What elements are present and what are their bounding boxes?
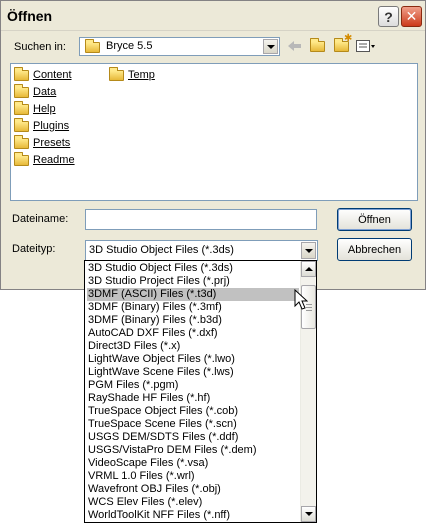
open-dialog: Öffnen ? ✕ Suchen in: Bryce 5.5 ✱ Conten… xyxy=(0,0,426,290)
chevron-down-icon[interactable] xyxy=(263,39,278,54)
file-name: Help xyxy=(33,103,56,115)
back-arrow-icon[interactable] xyxy=(288,39,302,53)
filetype-option[interactable]: 3D Studio Object Files (*.3ds) xyxy=(87,262,299,275)
folder-icon xyxy=(14,134,29,149)
filetype-option[interactable]: 3DMF (Binary) Files (*.b3d) xyxy=(87,314,299,327)
file-name: Temp xyxy=(128,69,155,81)
file-name: Presets xyxy=(33,137,71,149)
folder-icon xyxy=(14,100,29,115)
list-item[interactable]: Content xyxy=(14,66,72,83)
look-in-select[interactable]: Bryce 5.5 xyxy=(79,37,280,56)
scroll-down-button[interactable] xyxy=(301,506,316,522)
filename-field[interactable] xyxy=(85,209,317,230)
filetype-option[interactable]: VideoScape Files (*.vsa) xyxy=(87,457,299,470)
view-menu-icon[interactable] xyxy=(356,39,376,53)
new-folder-icon[interactable]: ✱ xyxy=(334,33,352,53)
file-name: Plugins xyxy=(33,120,70,132)
list-item[interactable]: Temp xyxy=(109,66,155,83)
folder-icon xyxy=(14,151,29,166)
folder-icon xyxy=(85,39,100,53)
filetype-option[interactable]: WorldToolKit NFF Files (*.nff) xyxy=(87,509,299,522)
filetype-option[interactable]: VRML 1.0 Files (*.wrl) xyxy=(87,470,299,483)
filetype-option[interactable]: WCS Elev Files (*.elev) xyxy=(87,496,299,509)
filetype-option[interactable]: AutoCAD DXF Files (*.dxf) xyxy=(87,327,299,340)
filetype-option[interactable]: Direct3D Files (*.x) xyxy=(87,340,299,353)
filetype-option[interactable]: PGM Files (*.pgm) xyxy=(87,379,299,392)
file-name: Content xyxy=(33,69,72,81)
folder-icon xyxy=(14,117,29,132)
filetype-option[interactable]: TrueSpace Scene Files (*.scn) xyxy=(87,418,299,431)
list-item[interactable]: Readme xyxy=(14,151,75,168)
filetype-option[interactable]: RayShade HF Files (*.hf) xyxy=(87,392,299,405)
filetype-option[interactable]: USGS DEM/SDTS Files (*.ddf) xyxy=(87,431,299,444)
filetype-value: 3D Studio Object Files (*.3ds) xyxy=(89,244,234,256)
file-name: Readme xyxy=(33,154,75,166)
file-name: Data xyxy=(33,86,57,98)
filetype-option-highlighted[interactable]: 3DMF (ASCII) Files (*.t3d) xyxy=(87,288,299,301)
filetype-dropdown-list[interactable]: 3D Studio Object Files (*.3ds) 3D Studio… xyxy=(84,260,317,523)
filetype-option[interactable]: LightWave Object Files (*.lwo) xyxy=(87,353,299,366)
scroll-up-button[interactable] xyxy=(301,261,316,277)
list-item[interactable]: Data xyxy=(14,83,57,100)
look-in-value: Bryce 5.5 xyxy=(106,40,153,52)
filetype-option[interactable]: Wavefront OBJ Files (*.obj) xyxy=(87,483,299,496)
chevron-down-icon[interactable] xyxy=(301,242,316,259)
help-icon[interactable]: ? xyxy=(378,6,399,27)
filetype-option[interactable]: LightWave Scene Files (*.lws) xyxy=(87,366,299,379)
list-item[interactable]: Presets xyxy=(14,134,71,151)
folder-icon xyxy=(109,66,124,81)
look-in-label: Suchen in: xyxy=(14,41,66,53)
mouse-pointer-icon xyxy=(294,289,308,310)
filetype-label: Dateityp: xyxy=(12,243,56,255)
title-bar: Öffnen ? ✕ xyxy=(1,1,425,31)
filetype-option[interactable]: USGS/VistaPro DEM Files (*.dem) xyxy=(87,444,299,457)
filetype-option[interactable]: 3D Studio Project Files (*.prj) xyxy=(87,275,299,288)
list-item[interactable]: Help xyxy=(14,100,56,117)
file-list[interactable]: Content Data Help Plugins Presets Readme… xyxy=(10,63,418,201)
filetype-select[interactable]: 3D Studio Object Files (*.3ds) xyxy=(85,240,318,261)
folder-up-icon[interactable] xyxy=(310,37,325,53)
list-item[interactable]: Plugins xyxy=(14,117,70,134)
folder-icon xyxy=(14,83,29,98)
window-title: Öffnen xyxy=(7,8,53,24)
folder-icon xyxy=(14,66,29,81)
close-icon[interactable]: ✕ xyxy=(401,6,422,27)
filetype-option[interactable]: 3DMF (Binary) Files (*.3mf) xyxy=(87,301,299,314)
filename-label: Dateiname: xyxy=(12,213,69,225)
open-button[interactable]: Öffnen xyxy=(337,208,412,231)
filetype-option[interactable]: TrueSpace Object Files (*.cob) xyxy=(87,405,299,418)
cancel-button[interactable]: Abbrechen xyxy=(337,238,412,261)
